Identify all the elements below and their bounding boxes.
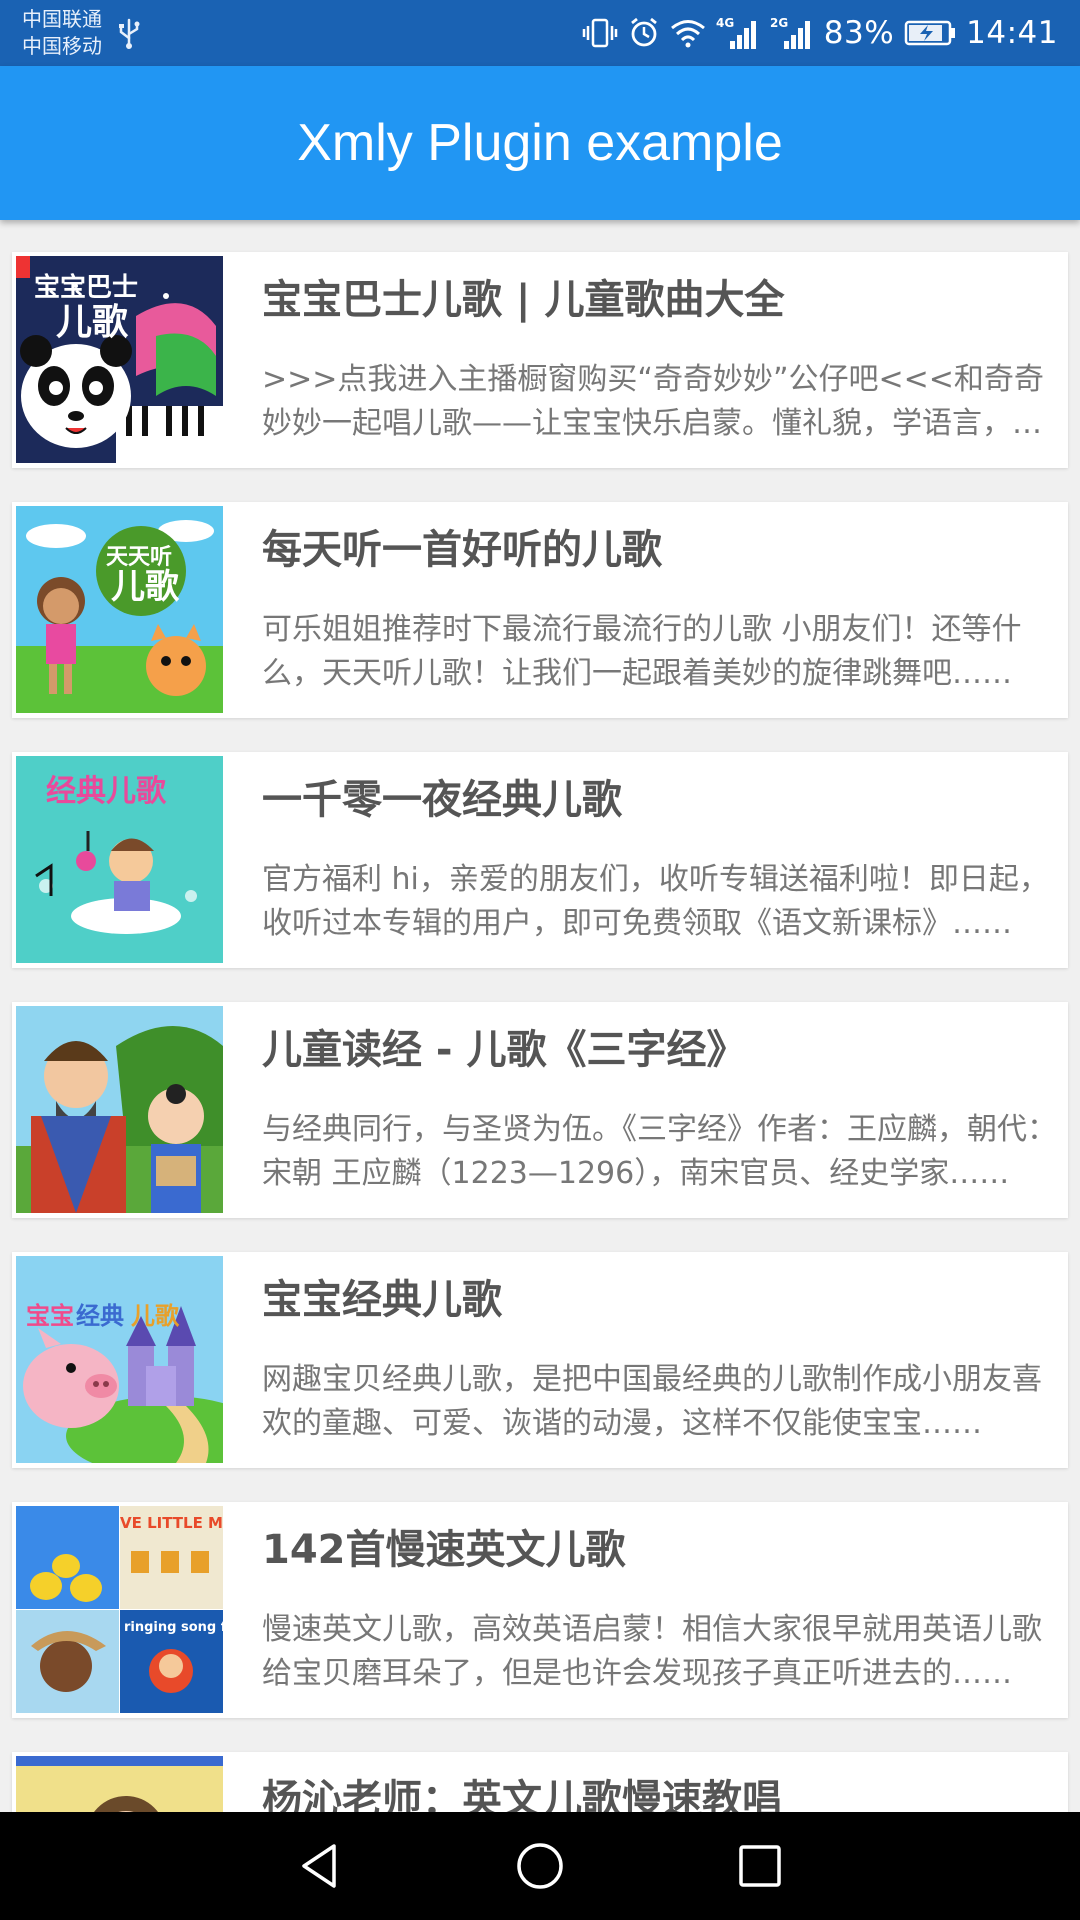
album-description: 官方福利 hi，亲爱的朋友们，收听专辑送福利啦！即日起，收听过本专辑的用户，即可… (262, 862, 1049, 941)
album-card[interactable]: 天天听 儿歌 每天听一首好听的儿歌可乐姐姐推荐时下最流行最流行的儿歌 小朋友们！… (12, 502, 1068, 718)
nav-bar (0, 1812, 1080, 1920)
signal-4g-icon: 4G (716, 15, 760, 51)
clock: 14:41 (966, 15, 1058, 51)
alarm-icon (628, 16, 660, 50)
album-title: 宝宝经典儿歌 (262, 1277, 502, 1323)
svg-text:儿歌: 儿歌 (56, 302, 129, 343)
back-icon[interactable] (290, 1836, 350, 1896)
svg-text:VE LITTLE MON: VE LITTLE MON (120, 1514, 223, 1532)
album-card[interactable]: 杨沁老师：英文儿歌慢速教唱 (12, 1752, 1068, 1812)
album-description: 与经典同行，与圣贤为伍。《三字经》作者：王应麟，朝代：宋朝 王应麟（1223—1… (262, 1112, 1057, 1191)
album-card[interactable]: 经典儿歌 一千零一夜经典儿歌官方福利 hi，亲爱的朋友们，收听专辑送福利啦！即日… (12, 752, 1068, 968)
album-cover-image[interactable]: 宝宝巴士 儿歌 (16, 256, 223, 463)
recents-icon[interactable] (730, 1836, 790, 1896)
album-card[interactable]: 宝宝巴士 儿歌 宝宝巴士儿歌 | 儿童歌曲大全 >>>点我进入主播橱窗购买“奇奇妙… (12, 252, 1068, 468)
album-title: 一千零一夜经典儿歌 (262, 777, 622, 823)
usb-icon (116, 16, 142, 50)
svg-text:ringing song fun: ringing song fun (124, 1620, 223, 1635)
album-card[interactable]: VE LITTLE MON ringing song fun 142首慢速英文儿… (12, 1502, 1068, 1718)
app-bar: Xmly Plugin example (0, 66, 1080, 220)
app-title: Xmly Plugin example (297, 114, 783, 172)
album-title: 每天听一首好听的儿歌 (262, 527, 662, 573)
album-cover-image[interactable] (16, 1756, 223, 1812)
network-2g-label: 2G (770, 16, 788, 30)
carrier-2: 中国移动 (22, 34, 102, 58)
status-icons: 4G 2G 83% 14:41 (582, 0, 1058, 66)
svg-text:宝宝巴士: 宝宝巴士 (34, 272, 138, 303)
album-description: 可乐姐姐推荐时下最流行最流行的儿歌 小朋友们！还等什么，天天听儿歌！让我们一起跟… (262, 612, 1022, 691)
wifi-icon (670, 18, 706, 48)
album-title: 宝宝巴士儿歌 | 儿童歌曲大全 (262, 277, 785, 323)
status-bar: 中国联通 中国移动 4G 2G 83% 14:41 (0, 0, 1080, 66)
album-title: 杨沁老师：英文儿歌慢速教唱 (262, 1777, 782, 1812)
svg-text:宝宝: 宝宝 (26, 1302, 74, 1330)
album-cover-image[interactable]: 宝宝 经典 儿歌 (16, 1256, 223, 1463)
svg-text:儿歌: 儿歌 (111, 567, 180, 607)
battery-charging-icon (904, 19, 956, 47)
album-title: 142首慢速英文儿歌 (262, 1527, 626, 1573)
home-icon[interactable] (510, 1836, 570, 1896)
svg-text:儿歌: 儿歌 (131, 1302, 180, 1330)
album-title: 儿童读经 - 儿歌《三字经》 (262, 1027, 747, 1073)
vibrate-icon (582, 16, 618, 50)
album-cover-image[interactable] (16, 1006, 223, 1213)
svg-text:经典: 经典 (76, 1302, 124, 1330)
album-description: 慢速英文儿歌，高效英语启蒙！相信大家很早就用英语儿歌给宝贝磨耳朵了，但是也许会发… (262, 1612, 1042, 1691)
album-card[interactable]: 儿童读经 - 儿歌《三字经》与经典同行，与圣贤为伍。《三字经》作者：王应麟，朝代… (12, 1002, 1068, 1218)
album-description: 网趣宝贝经典儿歌，是把中国最经典的儿歌制作成小朋友喜欢的童趣、可爱、诙谐的动漫，… (262, 1362, 1042, 1441)
svg-text:经典儿歌: 经典儿歌 (46, 774, 167, 809)
network-4g-label: 4G (716, 16, 734, 30)
album-cover-image[interactable]: 天天听 儿歌 (16, 506, 223, 713)
battery-percent: 83% (823, 15, 895, 51)
carrier-info: 中国联通 中国移动 (22, 6, 102, 60)
signal-2g-icon: 2G (770, 15, 814, 51)
album-cover-image[interactable]: 经典儿歌 (16, 756, 223, 963)
carrier-1: 中国联通 (22, 7, 102, 31)
album-card[interactable]: 宝宝 经典 儿歌 宝宝经典儿歌网趣宝贝经典儿歌，是把中国最经典的儿歌制作成小朋友… (12, 1252, 1068, 1468)
album-list[interactable]: 宝宝巴士 儿歌 宝宝巴士儿歌 | 儿童歌曲大全 >>>点我进入主播橱窗购买“奇奇妙… (0, 220, 1080, 1812)
album-description: >>>点我进入主播橱窗购买“奇奇妙妙”公仔吧<<<和奇奇妙妙一起唱儿歌——让宝宝… (262, 362, 1044, 441)
album-cover-image[interactable]: VE LITTLE MON ringing song fun (16, 1506, 223, 1713)
